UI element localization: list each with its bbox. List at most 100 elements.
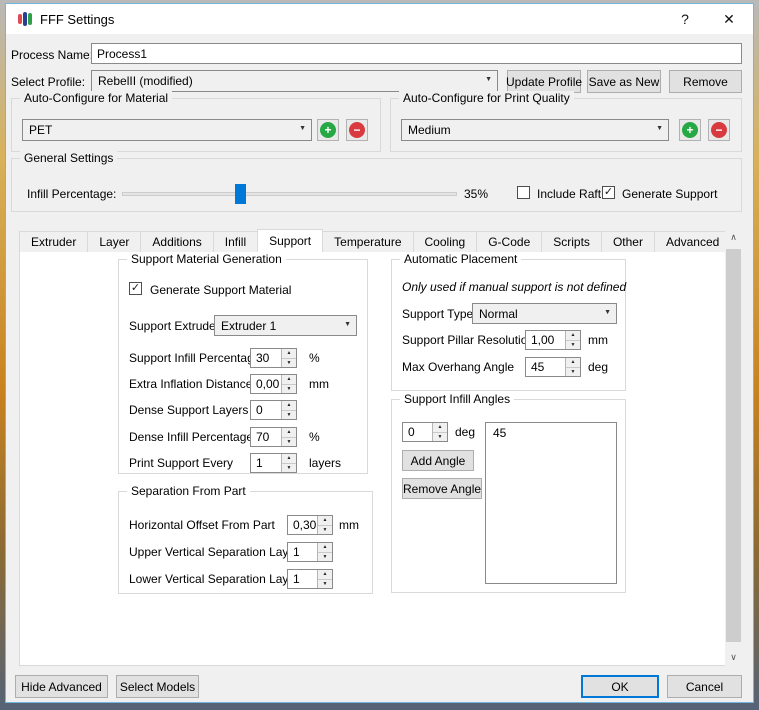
save-as-new-button[interactable]: Save as New bbox=[587, 70, 661, 93]
settings-tabbar: Extruder Layer Additions Infill Support … bbox=[19, 229, 730, 252]
dense-infill-percentage-spinner[interactable]: 70 ▲▼ bbox=[250, 427, 297, 447]
general-settings-title: General Settings bbox=[20, 151, 117, 165]
infill-slider-track[interactable] bbox=[122, 192, 457, 196]
horizontal-offset-spinner[interactable]: 0,30 ▲▼ bbox=[287, 515, 333, 535]
include-raft-checkbox[interactable] bbox=[517, 186, 530, 199]
spinner-down-icon[interactable]: ▼ bbox=[566, 341, 580, 350]
angle-list-item[interactable]: 45 bbox=[486, 423, 616, 443]
support-type-select[interactable]: Normal ▼ bbox=[472, 303, 617, 324]
tab-layer[interactable]: Layer bbox=[87, 231, 141, 252]
ok-button[interactable]: OK bbox=[581, 675, 659, 698]
dense-support-layers-label: Dense Support Layers bbox=[129, 403, 248, 417]
spinner-down-icon[interactable]: ▼ bbox=[282, 438, 296, 447]
auto-configure-quality-group: Auto-Configure for Print Quality Medium … bbox=[390, 98, 742, 152]
tab-temperature[interactable]: Temperature bbox=[322, 231, 413, 252]
spinner-up-icon[interactable]: ▲ bbox=[433, 423, 447, 433]
tab-additions[interactable]: Additions bbox=[140, 231, 213, 252]
automatic-placement-group: Automatic Placement Only used if manual … bbox=[391, 259, 626, 391]
spinner-down-icon[interactable]: ▼ bbox=[282, 464, 296, 473]
spinner-down-icon[interactable]: ▼ bbox=[282, 385, 296, 394]
close-button[interactable]: ✕ bbox=[708, 4, 750, 34]
scroll-up-button[interactable]: ∧ bbox=[725, 229, 742, 246]
support-infill-angles-title: Support Infill Angles bbox=[400, 392, 514, 406]
tab-cooling[interactable]: Cooling bbox=[413, 231, 478, 252]
tab-other[interactable]: Other bbox=[601, 231, 655, 252]
spinner-up-icon[interactable]: ▲ bbox=[282, 349, 296, 359]
generate-support-material-checkbox[interactable]: ✓ bbox=[129, 282, 142, 295]
quality-select[interactable]: Medium ▼ bbox=[401, 119, 669, 141]
tab-extruder[interactable]: Extruder bbox=[19, 231, 88, 252]
tab-gcode[interactable]: G-Code bbox=[476, 231, 542, 252]
print-support-every-label: Print Support Every bbox=[129, 456, 233, 470]
select-models-button[interactable]: Select Models bbox=[116, 675, 199, 698]
panel-scrollbar[interactable]: ∧ ∨ bbox=[725, 229, 742, 666]
spinner-up-icon[interactable]: ▲ bbox=[282, 375, 296, 385]
simplify3d-logo-icon bbox=[16, 11, 34, 27]
upper-vertical-separation-spinner[interactable]: 1 ▲▼ bbox=[287, 542, 333, 562]
infill-percentage-label: Infill Percentage: bbox=[27, 187, 116, 201]
spinner-up-icon[interactable]: ▲ bbox=[566, 358, 580, 368]
spinner-down-icon[interactable]: ▼ bbox=[566, 368, 580, 377]
extra-inflation-distance-spinner[interactable]: 0,00 ▲▼ bbox=[250, 374, 297, 394]
auto-configure-material-group: Auto-Configure for Material PET ▼ + − bbox=[11, 98, 381, 152]
chevron-down-icon: ▼ bbox=[604, 309, 611, 316]
spinner-up-icon[interactable]: ▲ bbox=[318, 516, 332, 526]
chevron-down-icon: ▼ bbox=[344, 321, 351, 328]
spinner-down-icon[interactable]: ▼ bbox=[433, 433, 447, 442]
upper-vertical-separation-label: Upper Vertical Separation Layers bbox=[129, 545, 305, 559]
lower-vertical-separation-label: Lower Vertical Separation Layers bbox=[129, 572, 305, 586]
print-support-every-spinner[interactable]: 1 ▲▼ bbox=[250, 453, 297, 473]
tab-infill[interactable]: Infill bbox=[213, 231, 258, 252]
add-quality-button[interactable]: + bbox=[679, 119, 701, 141]
process-name-input[interactable]: Process1 bbox=[91, 43, 742, 64]
support-infill-percentage-spinner[interactable]: 30 ▲▼ bbox=[250, 348, 297, 368]
close-icon: ✕ bbox=[723, 11, 735, 28]
spinner-up-icon[interactable]: ▲ bbox=[282, 401, 296, 411]
spinner-up-icon[interactable]: ▲ bbox=[282, 428, 296, 438]
tab-advanced[interactable]: Advanced bbox=[654, 231, 731, 252]
spinner-down-icon[interactable]: ▼ bbox=[282, 359, 296, 368]
spinner-down-icon[interactable]: ▼ bbox=[318, 526, 332, 535]
spinner-down-icon[interactable]: ▼ bbox=[282, 411, 296, 420]
add-material-button[interactable]: + bbox=[317, 119, 339, 141]
spinner-down-icon[interactable]: ▼ bbox=[318, 580, 332, 589]
support-extruder-select[interactable]: Extruder 1 ▼ bbox=[214, 315, 357, 336]
check-icon: ✓ bbox=[604, 186, 613, 198]
dense-support-layers-spinner[interactable]: 0 ▲▼ bbox=[250, 400, 297, 420]
lower-vertical-separation-spinner[interactable]: 1 ▲▼ bbox=[287, 569, 333, 589]
remove-profile-button[interactable]: Remove bbox=[669, 70, 742, 93]
spinner-up-icon[interactable]: ▲ bbox=[282, 454, 296, 464]
tab-scripts[interactable]: Scripts bbox=[541, 231, 602, 252]
scroll-down-button[interactable]: ∨ bbox=[725, 649, 742, 666]
remove-angle-button[interactable]: Remove Angle bbox=[402, 478, 482, 499]
support-type-label: Support Type bbox=[402, 307, 473, 321]
spinner-up-icon[interactable]: ▲ bbox=[318, 543, 332, 553]
fff-settings-dialog: FFF Settings ? ✕ Process Name: Process1 … bbox=[5, 3, 754, 703]
max-overhang-angle-spinner[interactable]: 45 ▲▼ bbox=[525, 357, 581, 377]
update-profile-button[interactable]: Update Profile bbox=[507, 70, 581, 93]
generate-support-label: Generate Support bbox=[622, 187, 717, 201]
angle-spinner[interactable]: 0 ▲▼ bbox=[402, 422, 448, 442]
remove-quality-button[interactable]: − bbox=[708, 119, 730, 141]
support-extruder-value: Extruder 1 bbox=[221, 319, 276, 333]
spinner-down-icon[interactable]: ▼ bbox=[318, 553, 332, 562]
angles-listbox[interactable]: 45 bbox=[485, 422, 617, 584]
remove-material-button[interactable]: − bbox=[346, 119, 368, 141]
spinner-up-icon[interactable]: ▲ bbox=[566, 331, 580, 341]
infill-slider-thumb[interactable] bbox=[235, 184, 246, 204]
spinner-up-icon[interactable]: ▲ bbox=[318, 570, 332, 580]
profile-select[interactable]: RebelII (modified) ▼ bbox=[91, 70, 498, 92]
material-select-value: PET bbox=[29, 123, 52, 137]
help-button[interactable]: ? bbox=[666, 4, 704, 34]
generate-support-checkbox[interactable]: ✓ bbox=[602, 186, 615, 199]
add-angle-button[interactable]: Add Angle bbox=[402, 450, 474, 471]
scrollbar-thumb[interactable] bbox=[726, 249, 741, 642]
cancel-button[interactable]: Cancel bbox=[667, 675, 742, 698]
support-pillar-resolution-spinner[interactable]: 1,00 ▲▼ bbox=[525, 330, 581, 350]
chevron-down-icon: ∨ bbox=[730, 652, 737, 663]
tab-support[interactable]: Support bbox=[257, 229, 323, 252]
check-icon: ✓ bbox=[131, 282, 140, 294]
hide-advanced-button[interactable]: Hide Advanced bbox=[15, 675, 108, 698]
support-material-generation-group: Support Material Generation ✓ Generate S… bbox=[118, 259, 368, 474]
material-select[interactable]: PET ▼ bbox=[22, 119, 312, 141]
